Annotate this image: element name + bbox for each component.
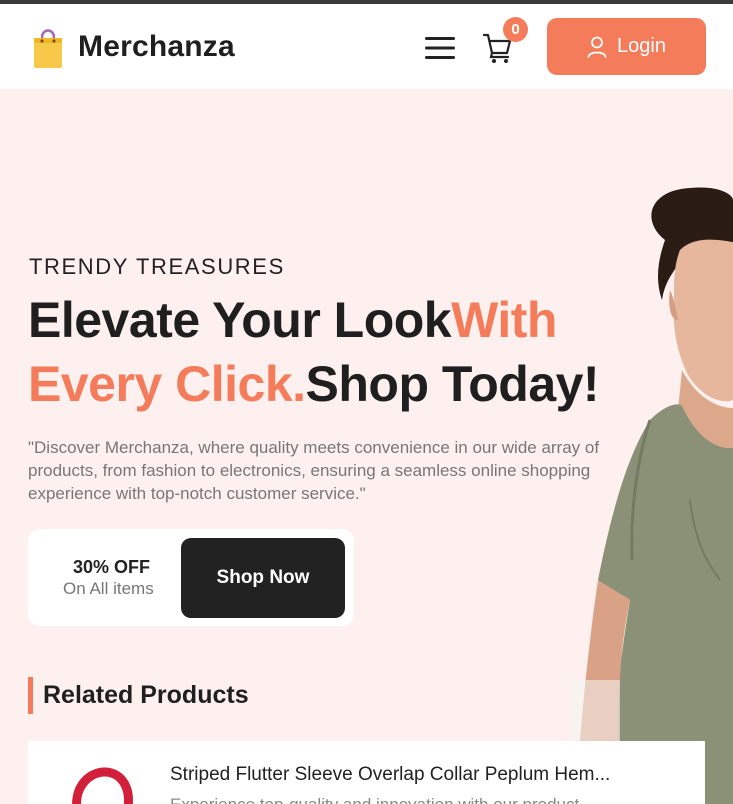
- user-icon: [587, 36, 607, 58]
- login-button[interactable]: Login: [547, 18, 706, 75]
- shopping-bag-icon: [34, 29, 62, 68]
- related-products-title: Related Products: [43, 681, 249, 709]
- headline-part-2: Shop Today!: [305, 356, 600, 412]
- menu-icon[interactable]: [425, 37, 455, 59]
- headline-accent-1: With: [451, 292, 557, 348]
- headline-accent-2: Every Click.: [28, 356, 306, 412]
- cart-count-badge: 0: [503, 17, 528, 42]
- hero-headline: Elevate Your LookWith Every Click.Shop To…: [28, 288, 708, 416]
- offer-card: 30% OFF On All items Shop Now: [28, 529, 354, 626]
- product-description: Experience top-quality and innovation wi…: [170, 795, 690, 804]
- navbar: Merchanza 0 Login: [0, 4, 733, 89]
- hero-eyebrow: TRENDY TREASURES: [29, 254, 285, 279]
- product-card[interactable]: Striped Flutter Sleeve Overlap Collar Pe…: [28, 741, 705, 804]
- headphones-image: [72, 767, 133, 804]
- shop-now-button[interactable]: Shop Now: [181, 538, 345, 618]
- offer-title: 30% OFF: [73, 557, 151, 577]
- section-accent-bar: [28, 677, 33, 714]
- offer-subtitle: On All items: [63, 579, 154, 598]
- product-name[interactable]: Striped Flutter Sleeve Overlap Collar Pe…: [170, 764, 690, 786]
- hero-description: "Discover Merchanza, where quality meets…: [28, 438, 600, 503]
- headline-part-1: Elevate Your Look: [28, 292, 452, 348]
- login-label: Login: [617, 35, 666, 57]
- brand-name[interactable]: Merchanza: [78, 30, 235, 64]
